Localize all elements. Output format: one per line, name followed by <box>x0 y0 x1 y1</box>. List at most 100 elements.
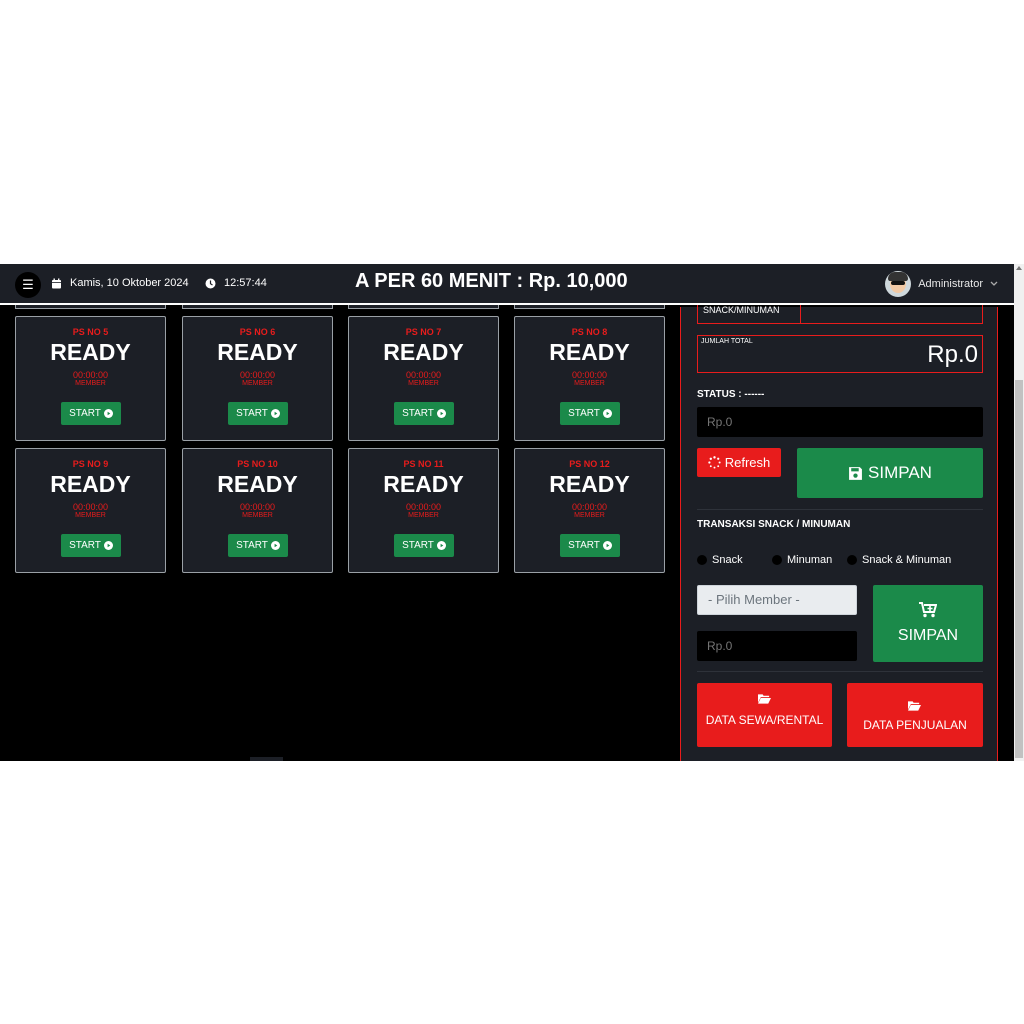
play-circle-icon <box>436 541 446 550</box>
data-sales-button[interactable]: DATA PENJUALAN <box>847 683 983 747</box>
start-label: START <box>402 408 434 419</box>
divider <box>697 509 983 510</box>
console-status: READY <box>217 339 298 365</box>
data-rental-button[interactable]: DATA SEWA/RENTAL <box>697 683 832 747</box>
play-circle-icon <box>103 541 113 550</box>
spinner-icon <box>708 456 721 469</box>
snack-amount-input[interactable] <box>697 631 857 661</box>
start-label: START <box>568 540 600 551</box>
refresh-label: Refresh <box>724 455 771 470</box>
time-display: 12:57:44 <box>205 277 267 289</box>
console-member: MEMBER <box>574 380 605 387</box>
console-card: PS NO 5 READY 00:00:00 MEMBER START <box>15 316 166 441</box>
start-label: START <box>402 540 434 551</box>
start-button[interactable]: START <box>560 402 620 425</box>
play-circle-icon <box>270 541 280 550</box>
start-button[interactable]: START <box>394 534 454 557</box>
cart-plus-icon <box>919 602 937 618</box>
console-title: PS NO 9 <box>72 459 109 469</box>
chevron-down-icon <box>990 281 998 286</box>
save-button[interactable]: SIMPAN <box>797 448 983 498</box>
start-button[interactable]: START <box>228 534 288 557</box>
user-menu[interactable]: Administrator <box>885 271 998 297</box>
console-status: READY <box>217 471 298 497</box>
console-status: READY <box>383 339 464 365</box>
amount-input[interactable] <box>697 407 983 437</box>
start-button[interactable]: START <box>228 402 288 425</box>
member-select[interactable]: - Pilih Member - <box>697 585 857 615</box>
console-timer: 00:00:00 <box>239 370 276 380</box>
radio-label: Snack <box>712 554 743 566</box>
console-status: READY <box>549 471 630 497</box>
card-stub <box>514 305 665 309</box>
console-member: MEMBER <box>242 380 273 387</box>
avatar <box>885 271 912 297</box>
console-member: MEMBER <box>408 380 439 387</box>
start-label: START <box>236 408 268 419</box>
refresh-button[interactable]: Refresh <box>697 448 781 477</box>
console-title: PS NO 5 <box>72 327 109 337</box>
console-title: PS NO 8 <box>571 327 608 337</box>
save-label: SIMPAN <box>868 463 932 482</box>
console-title: PS NO 10 <box>237 459 278 469</box>
save-snack-button[interactable]: SIMPAN <box>873 585 983 662</box>
total-value: Rp.0 <box>927 341 978 368</box>
play-circle-icon <box>270 409 280 418</box>
date-text: Kamis, 10 Oktober 2024 <box>70 277 189 289</box>
card-stub <box>15 305 166 309</box>
play-circle-icon <box>602 541 612 550</box>
console-card: PS NO 7 READY 00:00:00 MEMBER START <box>348 316 499 441</box>
transaction-panel: SNACK/MINUMAN JUMLAH TOTAL Rp.0 STATUS :… <box>680 305 998 761</box>
scrollbar-thumb[interactable] <box>1015 380 1023 758</box>
clock-icon <box>205 278 216 288</box>
start-label: START <box>568 408 600 419</box>
console-card: PS NO 10 READY 00:00:00 MEMBER START <box>182 448 333 573</box>
start-button[interactable]: START <box>394 402 454 425</box>
radio-snack[interactable]: Snack <box>697 554 743 566</box>
radio-dot <box>847 555 857 565</box>
data-rental-label: DATA SEWA/RENTAL <box>705 713 824 727</box>
start-button[interactable]: START <box>61 402 121 425</box>
radio-snack-minuman[interactable]: Snack & Minuman <box>847 554 951 566</box>
status-text: STATUS : ------ <box>697 389 765 400</box>
play-circle-icon <box>436 409 446 418</box>
radio-label: Minuman <box>787 554 833 566</box>
console-member: MEMBER <box>574 512 605 519</box>
console-member: MEMBER <box>408 512 439 519</box>
divider <box>800 305 801 323</box>
menu-icon[interactable]: ☰ <box>15 272 41 298</box>
start-label: START <box>69 540 101 551</box>
console-card: PS NO 11 READY 00:00:00 MEMBER START <box>348 448 499 573</box>
console-status: READY <box>50 339 131 365</box>
console-timer: 00:00:00 <box>72 370 109 380</box>
console-timer: 00:00:00 <box>571 370 608 380</box>
snack-summary-label: SNACK/MINUMAN <box>703 305 780 315</box>
card-stub <box>182 305 333 309</box>
rate-marquee: A PER 60 MENIT : Rp. 10,000 <box>355 270 628 292</box>
console-timer: 00:00:00 <box>405 370 442 380</box>
radio-minuman[interactable]: Minuman <box>772 554 832 566</box>
folder-open-icon <box>908 701 921 711</box>
console-timer: 00:00:00 <box>405 502 442 512</box>
data-sales-label: DATA PENJUALAN <box>863 718 967 732</box>
scroll-up-arrow-icon[interactable] <box>1016 266 1022 270</box>
console-title: PS NO 12 <box>569 459 610 469</box>
console-card: PS NO 6 READY 00:00:00 MEMBER START <box>182 316 333 441</box>
console-title: PS NO 6 <box>239 327 276 337</box>
scrollbar[interactable] <box>1014 264 1024 761</box>
play-circle-icon <box>103 409 113 418</box>
console-member: MEMBER <box>75 512 106 519</box>
calendar-icon <box>52 278 61 288</box>
radio-label: Snack & Minuman <box>862 554 952 566</box>
console-status: READY <box>383 471 464 497</box>
start-button[interactable]: START <box>61 534 121 557</box>
console-member: MEMBER <box>75 380 106 387</box>
radio-dot <box>697 555 707 565</box>
console-card: PS NO 9 READY 00:00:00 MEMBER START <box>15 448 166 573</box>
start-button[interactable]: START <box>560 534 620 557</box>
user-name: Administrator <box>918 278 983 290</box>
divider <box>697 671 983 672</box>
time-text: 12:57:44 <box>224 277 267 289</box>
footer-stub <box>250 757 283 761</box>
date-display: Kamis, 10 Oktober 2024 <box>51 277 189 289</box>
